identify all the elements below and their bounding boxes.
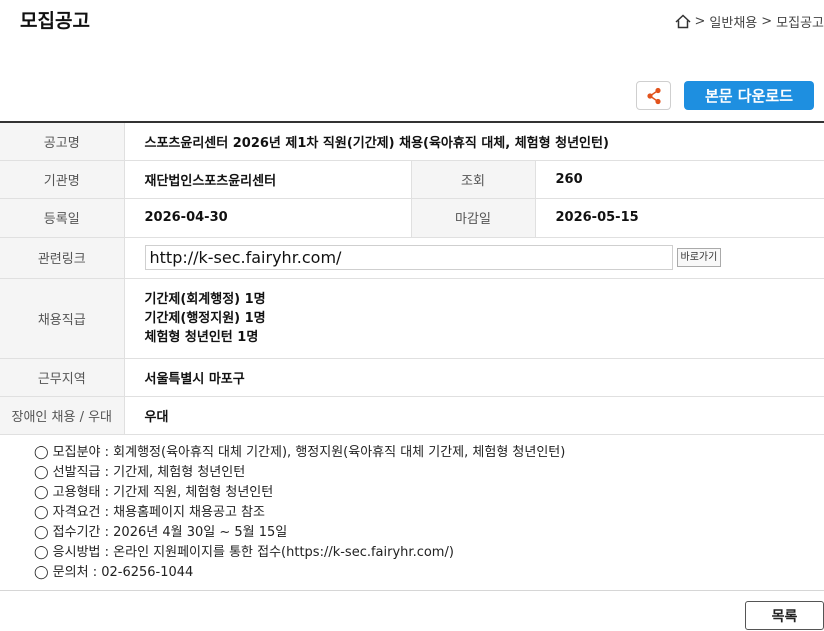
home-icon[interactable] xyxy=(674,14,691,29)
detail-item: ◯ 접수기간 : 2026년 4월 30일 ~ 5월 15일 xyxy=(34,525,288,540)
disabled-value: 우대 xyxy=(124,396,824,435)
title-label: 공고명 xyxy=(0,122,125,161)
deadline-label: 마감일 xyxy=(411,198,536,238)
breadcrumb-separator: > xyxy=(761,14,773,29)
share-button[interactable] xyxy=(636,81,671,110)
position-item: 기간제(행정지원) 1명 xyxy=(144,310,266,326)
position-item: 기간제(회계행정) 1명 xyxy=(144,291,266,307)
breadcrumb-item-recruitment[interactable]: 모집공고 xyxy=(776,12,824,31)
related-link-field[interactable]: http://k-sec.fairyhr.com/ xyxy=(144,245,673,270)
go-link-button[interactable]: 바로가기 xyxy=(676,248,722,267)
region-label: 근무지역 xyxy=(0,358,125,397)
table-row: 채용직급 기간제(회계행정) 1명 기간제(행정지원) 1명 체험형 청년인턴 … xyxy=(0,278,824,359)
table-row: 등록일 2026-04-30 마감일 2026-05-15 xyxy=(0,198,824,238)
positions-label: 채용직급 xyxy=(0,278,125,359)
detail-item: ◯ 선발직급 : 기간제, 체험형 청년인턴 xyxy=(34,465,246,480)
detail-item: ◯ 모집분야 : 회계행정(육아휴직 대체 기간제), 행정지원(육아휴직 대체… xyxy=(34,445,566,460)
divider xyxy=(0,590,824,591)
disabled-label: 장애인 채용 / 우대 xyxy=(0,396,125,435)
breadcrumb-item-general-hiring[interactable]: 일반채용 xyxy=(709,12,757,31)
share-icon xyxy=(646,87,661,104)
detail-item: ◯ 자격요건 : 채용홈페이지 채용공고 참조 xyxy=(34,505,265,520)
views-value: 260 xyxy=(535,160,824,199)
table-row: 장애인 채용 / 우대 우대 xyxy=(0,396,824,435)
region-value: 서울특별시 마포구 xyxy=(124,358,824,397)
detail-item: ◯ 고용형태 : 기간제 직원, 체험형 청년인턴 xyxy=(34,485,274,500)
table-row: 관련링크 http://k-sec.fairyhr.com/바로가기 xyxy=(0,237,824,279)
deadline-value: 2026-05-15 xyxy=(535,198,824,238)
recruitment-details: ◯ 모집분야 : 회계행정(육아휴직 대체 기간제), 행정지원(육아휴직 대체… xyxy=(34,443,565,583)
detail-item: ◯ 응시방법 : 온라인 지원페이지를 통한 접수(https://k-sec.… xyxy=(34,545,454,560)
title-value: 스포츠윤리센터 2026년 제1차 직원(기간제) 채용(육아휴직 대체, 체험… xyxy=(124,122,824,161)
org-value: 재단법인스포츠윤리센터 xyxy=(124,160,412,199)
breadcrumb: > 일반채용 > 모집공고 xyxy=(674,12,824,31)
breadcrumb-separator: > xyxy=(694,14,706,29)
job-info-table: 공고명 스포츠윤리센터 2026년 제1차 직원(기간제) 채용(육아휴직 대체… xyxy=(0,121,824,435)
positions-value: 기간제(회계행정) 1명 기간제(행정지원) 1명 체험형 청년인턴 1명 xyxy=(124,278,824,359)
views-label: 조회 xyxy=(411,160,536,199)
org-label: 기관명 xyxy=(0,160,125,199)
link-cell: http://k-sec.fairyhr.com/바로가기 xyxy=(124,237,824,279)
download-button[interactable]: 본문 다운로드 xyxy=(684,81,814,110)
table-row: 기관명 재단법인스포츠윤리센터 조회 260 xyxy=(0,160,824,199)
page-title: 모집공고 xyxy=(20,10,90,32)
table-row: 공고명 스포츠윤리센터 2026년 제1차 직원(기간제) 채용(육아휴직 대체… xyxy=(0,122,824,161)
registered-value: 2026-04-30 xyxy=(124,198,412,238)
list-button[interactable]: 목록 xyxy=(745,601,824,630)
position-item: 체험형 청년인턴 1명 xyxy=(144,329,259,345)
table-row: 근무지역 서울특별시 마포구 xyxy=(0,358,824,397)
link-label: 관련링크 xyxy=(0,237,125,279)
registered-label: 등록일 xyxy=(0,198,125,238)
detail-item: ◯ 문의처 : 02-6256-1044 xyxy=(34,565,194,580)
